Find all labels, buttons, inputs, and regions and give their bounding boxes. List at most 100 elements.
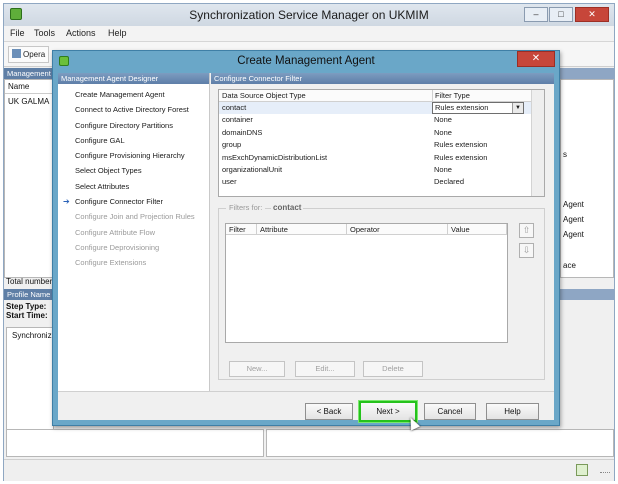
object-type-table: Data Source Object Type Filter Type cont… — [218, 89, 545, 197]
menu-tools[interactable]: Tools — [34, 28, 55, 38]
step-label: Connect to Active Directory Forest — [75, 105, 189, 115]
delete-filter-button[interactable]: Delete — [363, 361, 423, 377]
object-type-row[interactable]: msExchDynamicDistributionList Rules exten… — [219, 152, 531, 164]
object-table-scrollbar[interactable] — [531, 90, 544, 196]
filter-type-select[interactable]: Rules extension ▼ — [432, 102, 524, 114]
step-label: Configure Deprovisioning — [75, 242, 160, 252]
management-panel: Management Name UK GALMA — [4, 68, 55, 278]
step-item[interactable]: Configure Directory Partitions — [58, 118, 210, 133]
main-title-bar: Synchronization Service Manager on UKMIM… — [4, 4, 614, 26]
bottom-grid-left — [6, 429, 264, 457]
object-type-cell: group — [222, 140, 242, 150]
right-snippet-1: s — [563, 150, 567, 159]
object-type-cell: msExchDynamicDistributionList — [222, 152, 328, 162]
start-time-label: Start Time: — [6, 311, 48, 320]
filters-table-header: Filter Attribute Operator Value — [226, 224, 507, 235]
col-operator[interactable]: Operator — [347, 224, 448, 235]
edit-filter-button[interactable]: Edit... — [295, 361, 355, 377]
help-button[interactable]: Help — [486, 403, 539, 420]
col-filter[interactable]: Filter — [226, 224, 257, 235]
col-filter-type[interactable]: Filter Type — [432, 90, 470, 102]
operations-button[interactable]: Opera — [8, 46, 50, 63]
agent-row[interactable]: UK GALMA — [8, 97, 49, 106]
col-value[interactable]: Value — [448, 224, 507, 235]
filters-group: Filters for: contact Filter Attribute Op… — [218, 203, 545, 380]
current-step-arrow-icon: ➔ — [63, 197, 70, 207]
connector-filter-panel: Configure Connector Filter Data Source O… — [211, 73, 554, 391]
filters-table: Filter Attribute Operator Value — [225, 223, 508, 343]
step-label: Configure Join and Projection Rules — [75, 212, 195, 222]
step-label: Create Management Agent — [75, 90, 165, 99]
step-item[interactable]: Create Management Agent — [58, 87, 210, 102]
object-type-cell: container — [222, 115, 253, 125]
object-type-cell: domainDNS — [222, 127, 263, 137]
maximize-icon[interactable]: □ — [549, 7, 573, 22]
designer-header: Management Agent Designer — [58, 73, 209, 84]
content-header: Configure Connector Filter — [211, 73, 554, 84]
step-item[interactable]: Configure GAL — [58, 133, 210, 148]
filter-type-cell: Rules extension — [434, 140, 488, 150]
object-type-row[interactable]: organizationalUnit None — [219, 164, 531, 176]
agents-grid: Name UK GALMA — [4, 79, 55, 278]
filters-object-name: contact — [271, 203, 304, 212]
step-item: Configure Join and Projection Rules — [58, 209, 210, 224]
col-data-source-object-type[interactable]: Data Source Object Type — [222, 90, 306, 102]
filters-for-label: Filters for: — [226, 203, 266, 212]
total-number-label: Total number — [6, 277, 53, 286]
right-grid: s Agent Agent Agent ace — [560, 79, 614, 278]
chevron-down-icon[interactable]: ▼ — [512, 103, 523, 113]
profile-panel-head: Profile Name — [4, 289, 54, 300]
new-filter-button[interactable]: New... — [229, 361, 285, 377]
step-label: Configure GAL — [75, 135, 125, 145]
menu-help[interactable]: Help — [108, 28, 127, 38]
status-icon — [576, 464, 588, 476]
object-type-cell: contact — [222, 103, 247, 112]
object-type-row[interactable]: group Rules extension — [219, 139, 531, 151]
move-up-icon[interactable]: ⇧ — [519, 223, 534, 238]
filter-type-cell: Rules extension — [434, 152, 488, 162]
step-item: Configure Deprovisioning — [58, 240, 210, 255]
right-snippet-2: Agent — [563, 200, 584, 209]
object-type-rows: contact Rules extension ▼ container None doma… — [219, 102, 531, 189]
object-type-row[interactable]: user Declared — [219, 176, 531, 188]
dialog-close-icon[interactable]: ✕ — [517, 51, 555, 67]
right-snippet-5: ace — [563, 261, 576, 270]
step-item: Configure Extensions — [58, 255, 210, 270]
step-item: Configure Attribute Flow — [58, 225, 210, 240]
filter-type-cell: Declared — [434, 177, 465, 187]
synch-tab[interactable]: Synchroniz — [12, 331, 52, 340]
object-type-row[interactable]: container None — [219, 114, 531, 126]
minimize-icon[interactable]: – — [524, 7, 548, 22]
back-button[interactable]: < Back — [305, 403, 353, 420]
menu-file[interactable]: File — [10, 28, 25, 38]
menu-bar: File Tools Actions Help — [4, 26, 614, 42]
table-header: Data Source Object Type Filter Type — [219, 90, 531, 102]
object-type-row[interactable]: domainDNS None — [219, 127, 531, 139]
move-down-icon[interactable]: ⇩ — [519, 243, 534, 258]
right-snippet-3: Agent — [563, 215, 584, 224]
footer-divider — [58, 391, 554, 392]
col-attribute[interactable]: Attribute — [257, 224, 347, 235]
filter-type-cell: None — [434, 127, 452, 137]
step-label: Configure Directory Partitions — [75, 120, 173, 130]
step-item[interactable]: ➔ Configure Connector Filter — [58, 194, 210, 209]
step-label: Configure Extensions — [75, 258, 147, 268]
step-item[interactable]: Connect to Active Directory Forest — [58, 102, 210, 117]
close-icon[interactable]: ✕ — [575, 7, 609, 22]
step-item[interactable]: Select Object Types — [58, 163, 210, 178]
dialog-body: Management Agent Designer Create Managem… — [58, 73, 554, 431]
menu-actions[interactable]: Actions — [66, 28, 96, 38]
filter-type-selected-value: Rules extension — [435, 103, 489, 112]
cancel-button[interactable]: Cancel — [424, 403, 476, 420]
resize-grip-icon[interactable] — [600, 472, 610, 478]
step-item[interactable]: Select Attributes — [58, 179, 210, 194]
step-label: Select Object Types — [75, 166, 142, 176]
divider — [5, 93, 55, 94]
step-label: Configure Provisioning Hierarchy — [75, 151, 185, 161]
step-item[interactable]: Configure Provisioning Hierarchy — [58, 148, 210, 163]
object-type-row[interactable]: contact Rules extension ▼ — [219, 102, 531, 115]
step-label: Configure Attribute Flow — [75, 227, 156, 237]
status-bar — [4, 459, 614, 481]
steps-list: Create Management Agent Connect to Active… — [58, 87, 210, 271]
create-ma-dialog: Create Management Agent ✕ Management Age… — [52, 50, 560, 431]
